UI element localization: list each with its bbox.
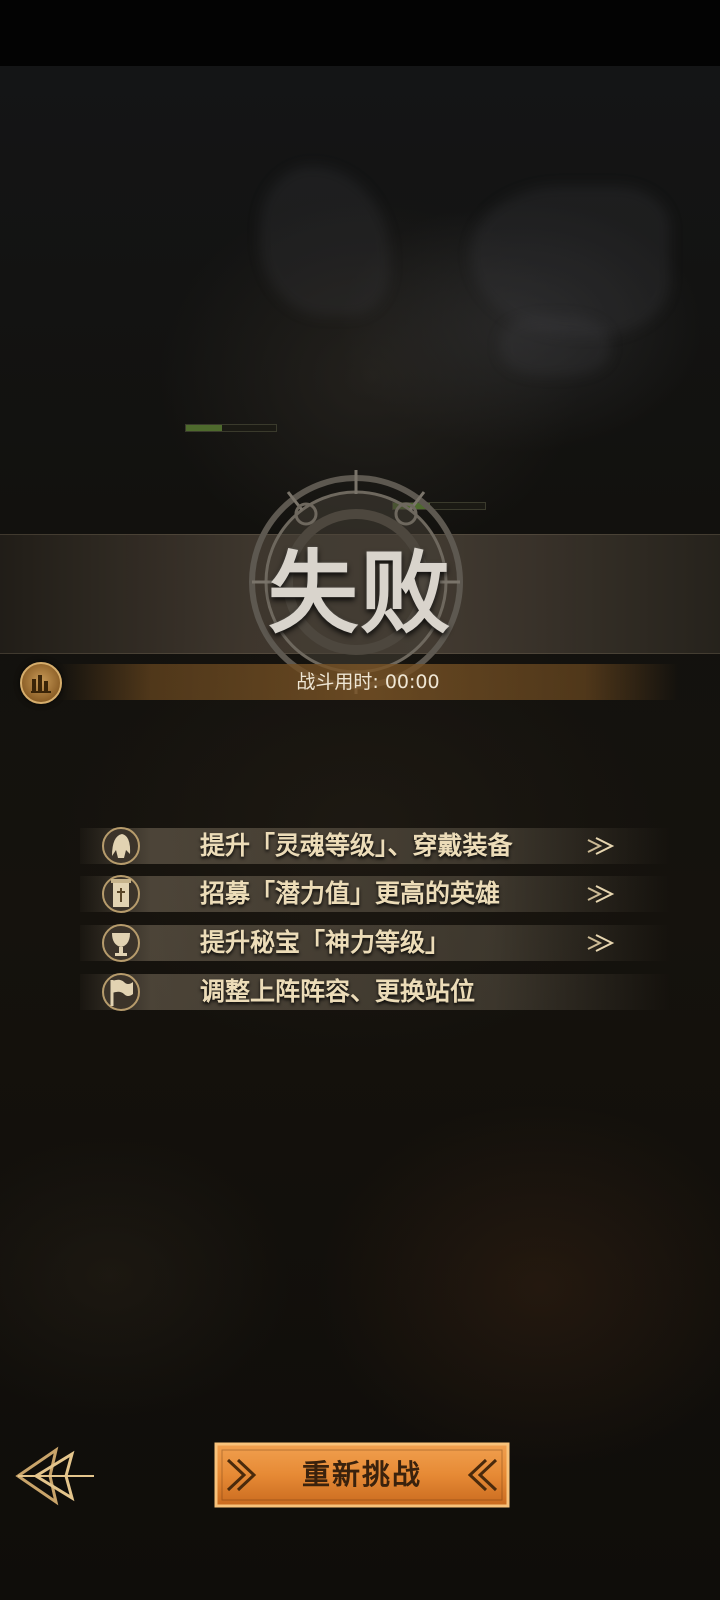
chalice-icon: [102, 924, 140, 962]
tip-adjust-lineup[interactable]: 调整上阵阵容、更换站位: [40, 973, 670, 1011]
helmet-icon: [102, 827, 140, 865]
bar-chart-icon: [31, 675, 51, 693]
chevron-right-icon: [587, 885, 615, 903]
back-arrow-icon: [15, 1446, 94, 1506]
enemy-health-bar: [185, 424, 277, 432]
status-bar-area: [0, 0, 720, 66]
tip-label: 调整上阵阵容、更换站位: [200, 977, 476, 1006]
result-title: 失败: [268, 540, 452, 646]
tip-label: 提升秘宝「神力等级」: [200, 928, 451, 957]
tip-upgrade-soul-level[interactable]: 提升「灵魂等级」、穿戴装备: [40, 827, 670, 865]
battle-stats-button[interactable]: [20, 662, 62, 704]
retry-button-label: 重新挑战: [301, 1458, 422, 1491]
tip-upgrade-divine-power[interactable]: 提升秘宝「神力等级」: [40, 924, 670, 962]
battle-time-label: 战斗用时: 00:00: [296, 671, 440, 693]
flag-icon: [102, 973, 140, 1011]
recruit-scroll-icon: [102, 875, 140, 913]
chevron-right-icon: [587, 837, 615, 855]
back-button[interactable]: [14, 1444, 96, 1508]
chevron-right-icon: [587, 934, 615, 952]
tip-label: 招募「潜力值」更高的英雄: [200, 879, 501, 908]
tip-recruit-heroes[interactable]: 招募「潜力值」更高的英雄: [40, 875, 670, 913]
tip-label: 提升「灵魂等级」、穿戴装备: [200, 831, 513, 860]
